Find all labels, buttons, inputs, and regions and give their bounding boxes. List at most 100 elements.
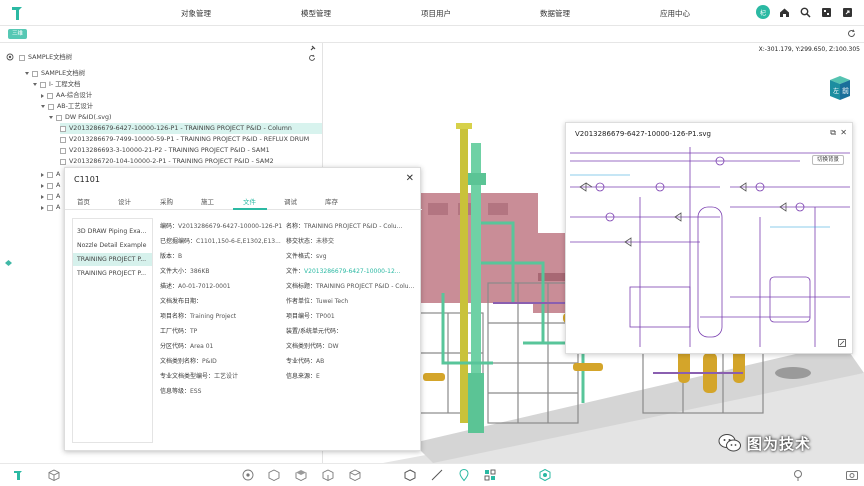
cube-top-icon[interactable]	[294, 468, 308, 482]
cube-iso-icon[interactable]	[348, 468, 362, 482]
nav-object-management[interactable]: 对象管理	[181, 8, 211, 19]
edit-icon[interactable]	[838, 339, 846, 347]
tree-item[interactable]: AA-综合设计	[41, 90, 92, 101]
logo-small-icon[interactable]	[11, 468, 25, 482]
app-logo-icon[interactable]	[10, 4, 24, 22]
cube-front-icon[interactable]	[267, 468, 281, 482]
caret-down-icon[interactable]	[49, 116, 53, 119]
nav-model-management[interactable]: 模型管理	[301, 8, 331, 19]
pin-icon[interactable]	[309, 45, 316, 52]
tree-checkbox[interactable]	[60, 158, 66, 165]
tree-checkbox[interactable]	[47, 204, 53, 211]
field-doc-category: 文档类别名称：P&ID	[160, 358, 217, 365]
field-version: 版本：B	[160, 253, 183, 260]
tree-checkbox[interactable]	[47, 182, 53, 189]
tree-item-selected[interactable]: V2013286679-6427-10000-126-P1 - TRAINING…	[60, 123, 322, 134]
component-grid-icon[interactable]	[483, 468, 497, 482]
field-info-source: 信息来源：E	[286, 373, 320, 380]
tree-checkbox[interactable]	[56, 114, 62, 121]
pid-drawing[interactable]	[570, 147, 850, 349]
cube-outline-icon[interactable]	[47, 468, 61, 482]
measure-line-icon[interactable]	[430, 468, 444, 482]
refresh-icon[interactable]	[847, 29, 856, 38]
grid-app-icon[interactable]	[819, 5, 833, 19]
user-avatar[interactable]: 杞	[756, 5, 770, 19]
tree-item-label: I- 工程文档	[49, 81, 81, 88]
list-item[interactable]: Nozzle Detail Example	[73, 239, 152, 252]
home-icon[interactable]	[777, 5, 791, 19]
field-project-number: 项目编号：TP001	[286, 313, 335, 320]
tree-item-label: A	[56, 204, 61, 211]
tree-checkbox[interactable]	[60, 125, 66, 132]
tree-item[interactable]: SAMPLE文档树	[25, 68, 85, 79]
field-project-name: 项目名称：Training Project	[160, 313, 237, 320]
tree-item[interactable]: V2013286720-104-10000-2-P1 - TRAINING PR…	[60, 156, 274, 167]
tree-refresh-icon[interactable]	[308, 54, 316, 62]
tree-checkbox[interactable]	[60, 136, 66, 143]
tab-construction[interactable]: 施工	[201, 196, 214, 206]
tree-item[interactable]: I- 工程文档	[33, 79, 80, 90]
caret-right-icon[interactable]	[41, 93, 44, 98]
caret-down-icon[interactable]	[33, 83, 37, 86]
hexagon-icon[interactable]	[538, 468, 552, 482]
tab-procurement[interactable]: 采购	[160, 196, 173, 206]
3d-mode-chip[interactable]: 三维	[8, 29, 28, 39]
tree-header[interactable]: SAMPLE文档树	[19, 52, 72, 63]
nav-app-center[interactable]: 应用中心	[660, 8, 690, 19]
tree-checkbox[interactable]	[47, 171, 53, 178]
restore-icon[interactable]: ⧉	[830, 128, 836, 138]
layer-toggle-icon[interactable]	[4, 258, 13, 267]
tab-commissioning[interactable]: 调试	[284, 196, 297, 206]
nav-data-management[interactable]: 数据管理	[540, 8, 570, 19]
cube-side-icon[interactable]	[321, 468, 335, 482]
tree-item[interactable]: DW P&ID(.svg)	[49, 112, 111, 123]
orbit-icon[interactable]	[241, 468, 255, 482]
list-item-selected[interactable]: TRAINING PROJECT P...	[73, 253, 152, 266]
caret-down-icon[interactable]	[41, 105, 45, 108]
tree-item[interactable]: AB-工艺设计	[41, 101, 93, 112]
caret-right-icon[interactable]	[41, 205, 44, 210]
tab-files[interactable]: 文件	[243, 196, 256, 206]
tab-inventory[interactable]: 库存	[325, 196, 338, 206]
nav-project-users[interactable]: 项目用户	[421, 8, 451, 19]
search-icon[interactable]	[798, 5, 812, 19]
caret-right-icon[interactable]	[41, 172, 44, 177]
tree-checkbox[interactable]	[48, 103, 54, 110]
tree-item[interactable]: V2013286693-3-10000-21-P2 - TRAINING PRO…	[60, 145, 270, 156]
file-link[interactable]: V2013286679-6427-10000-12...	[304, 268, 401, 275]
caret-down-icon[interactable]	[25, 72, 29, 75]
tree-item[interactable]: V2013286679-7499-10000-59-P1 - TRAINING …	[60, 134, 309, 145]
close-icon[interactable]: ✕	[406, 173, 414, 184]
close-icon[interactable]: ✕	[840, 128, 847, 137]
section-box-icon[interactable]	[403, 468, 417, 482]
tree-item[interactable]: A	[41, 191, 60, 202]
caret-right-icon[interactable]	[41, 194, 44, 199]
tab-home[interactable]: 首页	[77, 196, 90, 206]
list-item[interactable]: TRAINING PROJECT P...	[73, 267, 152, 280]
tree-item-label: V2013286720-104-10000-2-P1 - TRAINING PR…	[69, 158, 274, 165]
caret-right-icon[interactable]	[41, 183, 44, 188]
tree-item-label: V2013286679-6427-10000-126-P1 - TRAINING…	[69, 125, 292, 132]
export-icon[interactable]	[840, 5, 854, 19]
tree-checkbox[interactable]	[32, 70, 38, 77]
tree-item[interactable]: A	[41, 169, 60, 180]
switch-background-button[interactable]: 切换背景	[812, 155, 844, 165]
tree-checkbox[interactable]	[47, 92, 53, 99]
tree-checkbox[interactable]	[47, 193, 53, 200]
tree-item[interactable]: A	[41, 202, 60, 213]
map-pin-icon[interactable]	[791, 468, 805, 482]
field-handover-status: 移交状态：未移交	[286, 238, 335, 245]
list-item[interactable]: 3D DRAW Piping Exa...	[73, 225, 152, 238]
tree-item-label: A	[56, 193, 61, 200]
tree-root-checkbox[interactable]	[19, 54, 25, 61]
field-description: 描述：A0-01-7012-0001	[160, 283, 231, 290]
tree-item[interactable]: A	[41, 180, 60, 191]
tree-checkbox[interactable]	[40, 81, 46, 88]
location-pin-icon[interactable]	[457, 468, 471, 482]
tab-design[interactable]: 设计	[118, 196, 131, 206]
screenshot-icon[interactable]	[845, 468, 859, 482]
tree-item-label: SAMPLE文档树	[41, 70, 86, 77]
tree-checkbox[interactable]	[60, 147, 66, 154]
field-info-level: 信息等级：ESS	[160, 388, 202, 395]
target-icon[interactable]	[6, 53, 14, 61]
